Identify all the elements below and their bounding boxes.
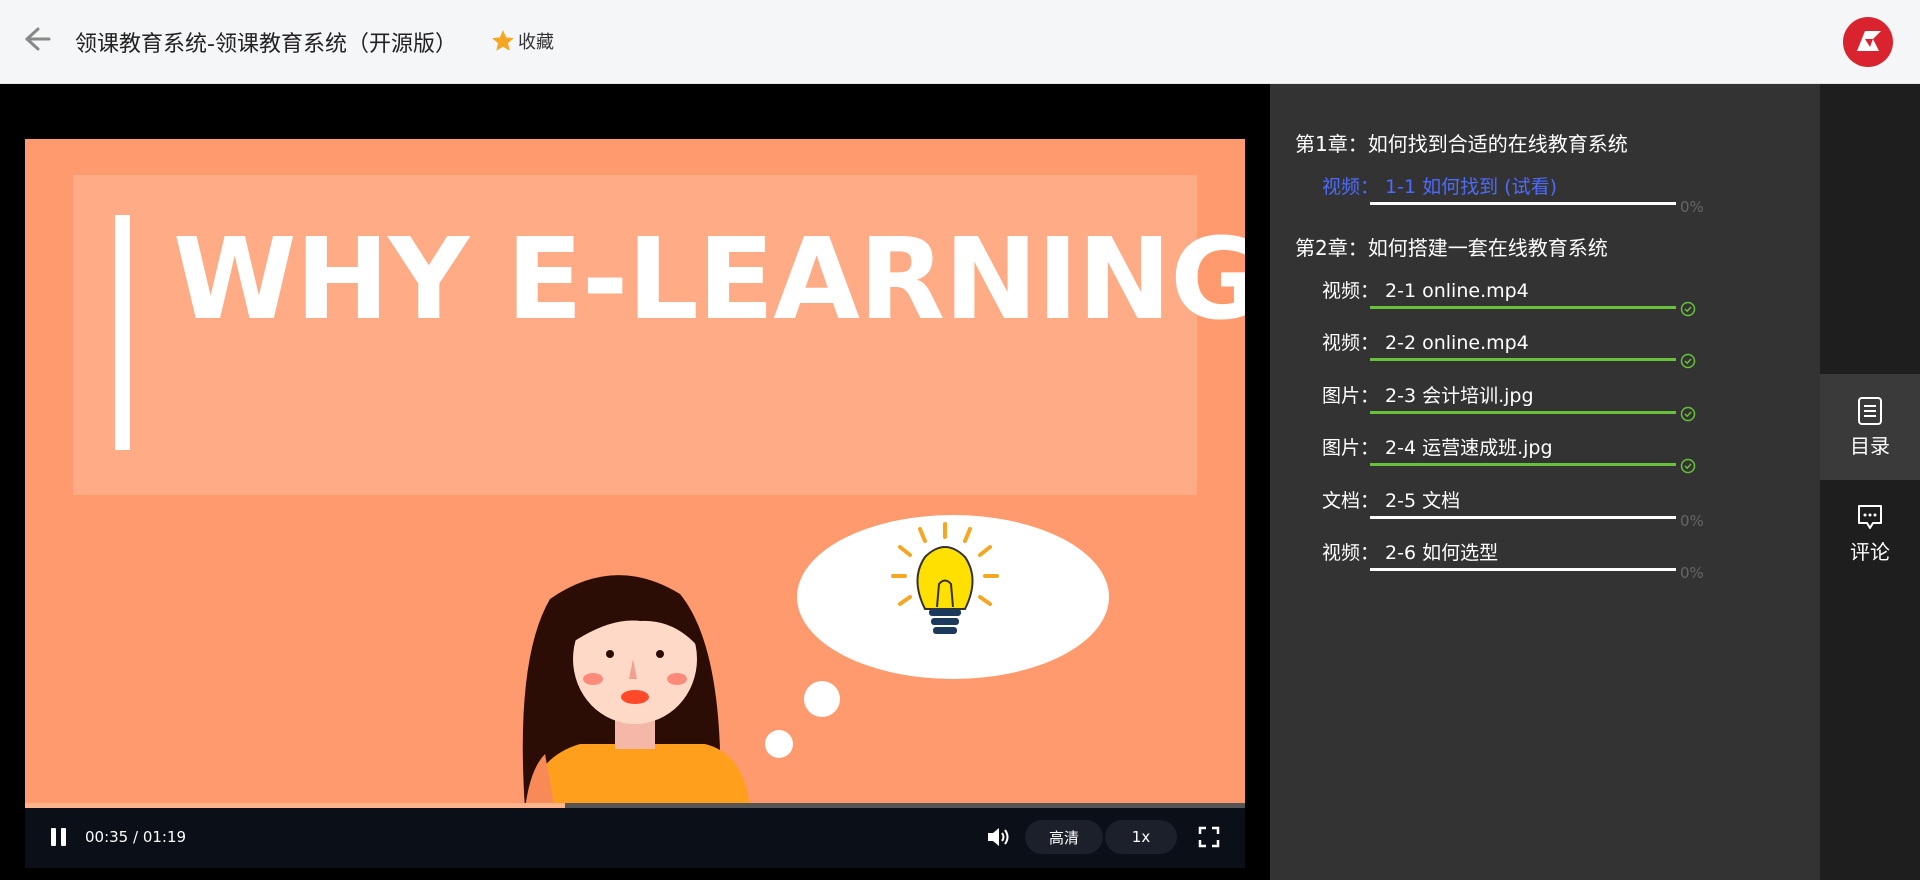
lesson-progress-bar — [1370, 516, 1676, 519]
lesson-label: 视频： 1-1 如何找到 (试看) — [1322, 176, 1557, 198]
course-title: 领课教育系统-领课教育系统（开源版） — [75, 32, 457, 57]
lesson-label: 视频： 2-1 online.mp4 — [1322, 280, 1529, 302]
girl-lightbulb-illustration — [522, 515, 1109, 809]
lesson-progress-text: 0% — [1680, 564, 1704, 582]
lesson-progress-text: 0% — [1680, 198, 1704, 216]
lesson-item-2-1[interactable]: 视频： 2-1 online.mp4 — [1322, 276, 1772, 317]
list-icon — [1858, 396, 1882, 425]
pause-icon[interactable] — [49, 826, 69, 848]
side-tabs: 目录 评论 — [1820, 84, 1920, 880]
lesson-label: 文档： 2-5 文档 — [1322, 490, 1461, 512]
star-icon — [492, 30, 514, 51]
favorite-button[interactable]: 收藏 — [490, 28, 554, 54]
lesson-progress-bar — [1370, 306, 1676, 309]
lesson-progress-bar — [1370, 463, 1676, 466]
tab-catalog-label: 目录 — [1850, 433, 1890, 458]
lesson-label: 视频： 2-2 online.mp4 — [1322, 332, 1529, 354]
tab-catalog[interactable]: 目录 — [1820, 374, 1920, 480]
check-circle-icon — [1680, 353, 1696, 369]
lesson-progress-bar — [1370, 411, 1676, 414]
lesson-label: 图片： 2-3 会计培训.jpg — [1322, 385, 1534, 407]
lesson-progress-bar — [1370, 358, 1676, 361]
lesson-label: 图片： 2-4 运营速成班.jpg — [1322, 437, 1553, 459]
speed-button[interactable]: 1x — [1105, 820, 1177, 854]
tab-comments[interactable]: 评论 — [1820, 480, 1920, 586]
top-header: 领课教育系统-领课教育系统（开源版） 收藏 — [0, 0, 1920, 84]
lesson-item-2-6[interactable]: 视频： 2-6 如何选型 0% — [1322, 538, 1772, 582]
check-circle-icon — [1680, 458, 1696, 474]
brand-logo[interactable] — [1843, 17, 1893, 67]
fullscreen-icon[interactable] — [1198, 826, 1220, 848]
comment-icon — [1858, 504, 1882, 529]
check-circle-icon — [1680, 301, 1696, 317]
lesson-item-2-5[interactable]: 文档： 2-5 文档 0% — [1322, 486, 1772, 530]
video-time: 00:35 / 01:19 — [85, 828, 187, 846]
lesson-progress-bar — [1370, 568, 1676, 571]
chapter-title-1: 第1章：如何找到合适的在线教育系统 — [1295, 132, 1628, 156]
quality-button[interactable]: 高清 — [1025, 820, 1103, 854]
back-arrow-icon[interactable] — [22, 24, 52, 54]
tab-comments-label: 评论 — [1850, 539, 1890, 564]
chapter-title-2: 第2章：如何搭建一套在线教育系统 — [1295, 236, 1608, 260]
lesson-progress-text: 0% — [1680, 512, 1704, 530]
lesson-item-2-2[interactable]: 视频： 2-2 online.mp4 — [1322, 328, 1772, 369]
favorite-label: 收藏 — [518, 32, 554, 53]
volume-icon[interactable] — [985, 824, 1011, 850]
check-circle-icon — [1680, 406, 1696, 422]
video-frame[interactable]: WHY E-LEARNING — [25, 139, 1245, 809]
lesson-progress-bar — [1370, 202, 1676, 205]
lesson-item-2-3[interactable]: 图片： 2-3 会计培训.jpg — [1322, 381, 1772, 422]
video-controls: 00:35 / 01:19 高清 1x — [25, 808, 1245, 868]
lesson-item-2-4[interactable]: 图片： 2-4 运营速成班.jpg — [1322, 433, 1772, 474]
chapter-panel: 第1章：如何找到合适的在线教育系统 视频： 1-1 如何找到 (试看) 0% 第… — [1270, 84, 1820, 880]
lesson-label: 视频： 2-6 如何选型 — [1322, 542, 1499, 564]
lesson-item-1-1[interactable]: 视频： 1-1 如何找到 (试看) 0% — [1322, 172, 1772, 216]
video-player[interactable]: WHY E-LEARNING 00:35 / 01:19 高清 1x — [0, 84, 1270, 880]
